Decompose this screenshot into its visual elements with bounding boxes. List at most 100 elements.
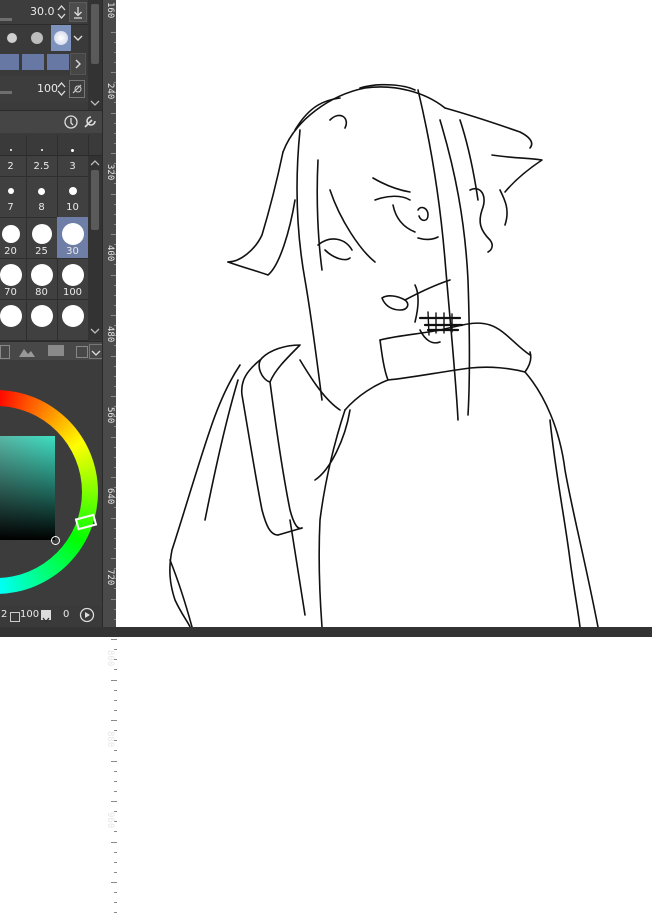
stepper-icon[interactable] bbox=[57, 3, 66, 21]
brush-tip-preview bbox=[0, 305, 22, 327]
saturation-picker-handle[interactable] bbox=[51, 536, 60, 545]
zoom-value[interactable]: 100 bbox=[20, 609, 39, 620]
brush-grid-scrollbar[interactable] bbox=[88, 156, 102, 340]
ruler-label: 800 bbox=[105, 650, 115, 667]
brush-tip-preset[interactable] bbox=[0, 27, 24, 49]
chevron-right-icon[interactable] bbox=[70, 53, 86, 75]
color-wheel-panel bbox=[0, 360, 102, 605]
chevron-down-icon[interactable] bbox=[89, 344, 102, 359]
brush-tip-preview bbox=[61, 223, 84, 245]
texture-swatch[interactable] bbox=[22, 54, 44, 70]
brush-tip-preview bbox=[1, 225, 20, 243]
ruler-tick bbox=[111, 882, 117, 883]
brush-tip-preset[interactable] bbox=[26, 27, 50, 49]
ruler-label: 320 bbox=[105, 164, 115, 181]
brush-size-cell[interactable]: 10 bbox=[57, 176, 89, 218]
brush-size-cell[interactable]: 100 bbox=[57, 258, 89, 300]
ruler-tick bbox=[111, 639, 117, 640]
ruler-label: 560 bbox=[105, 407, 115, 424]
mountain-icon[interactable] bbox=[18, 344, 36, 358]
brush-size-cell[interactable]: 30 bbox=[57, 217, 89, 259]
ruler-tick bbox=[114, 690, 117, 691]
brush-size-cell[interactable] bbox=[0, 299, 27, 341]
ruler-label: 720 bbox=[105, 569, 115, 586]
color-saturation-square[interactable] bbox=[0, 436, 55, 540]
brush-size-label: 2.5 bbox=[33, 161, 50, 172]
brush-tip-preview bbox=[0, 264, 22, 286]
layers-icon[interactable] bbox=[76, 346, 88, 358]
size-slider[interactable] bbox=[0, 18, 12, 21]
stepper-icon[interactable] bbox=[57, 80, 66, 98]
brush-tip-preview bbox=[61, 264, 84, 286]
drawing-canvas[interactable] bbox=[116, 0, 652, 627]
ruler-tick bbox=[114, 781, 117, 782]
brush-size-value[interactable]: 30.0 bbox=[30, 5, 55, 18]
brush-size-cell[interactable]: 20 bbox=[0, 217, 27, 259]
settings-icon[interactable] bbox=[63, 114, 79, 130]
ruler-tick bbox=[114, 710, 117, 711]
ruler-tick bbox=[111, 842, 117, 843]
chevron-down-icon[interactable] bbox=[71, 27, 85, 49]
brush-size-label: 30 bbox=[66, 246, 79, 257]
brush-tip-preset-selected[interactable] bbox=[51, 25, 71, 51]
ruler-label: 880 bbox=[105, 731, 115, 748]
download-arrow-icon[interactable] bbox=[69, 2, 87, 22]
sketch-drawing bbox=[169, 83, 599, 627]
ruler-label: 960 bbox=[105, 812, 115, 829]
brush-size-cell[interactable]: 2.5 bbox=[26, 135, 58, 177]
brush-tip-preview bbox=[31, 224, 52, 244]
chevron-down-icon[interactable] bbox=[41, 610, 51, 624]
vertical-ruler: 160 240 320 400 480 560 640 720 800 880 960 bbox=[102, 0, 117, 913]
brush-size-cell[interactable]: 7 bbox=[0, 176, 27, 218]
brush-size-label: 3 bbox=[69, 161, 76, 172]
brush-tip-preview bbox=[9, 149, 12, 151]
tool-panel: 30.0 100 2 2.5 3 7 8 10 20 25 30 70 80 1… bbox=[0, 0, 102, 637]
ruler-tick bbox=[114, 852, 117, 853]
image-icon[interactable] bbox=[48, 345, 64, 356]
link-icon[interactable] bbox=[69, 80, 85, 98]
texture-row bbox=[0, 51, 102, 75]
brush-tip-preview bbox=[7, 188, 14, 194]
ruler-label: 240 bbox=[105, 83, 115, 100]
value-readout: 0 bbox=[63, 609, 70, 620]
texture-swatch[interactable] bbox=[47, 54, 69, 70]
ruler-label: 640 bbox=[105, 488, 115, 505]
ruler-tick bbox=[111, 761, 117, 762]
opacity-value[interactable]: 100 bbox=[37, 82, 58, 95]
ruler-label: 160 bbox=[105, 2, 115, 19]
brush-size-label: 8 bbox=[38, 202, 45, 213]
brush-size-label: 100 bbox=[62, 287, 83, 298]
brush-tip-row bbox=[0, 25, 102, 51]
brush-size-cell[interactable]: 25 bbox=[26, 217, 58, 259]
ruler-tick bbox=[114, 872, 117, 873]
opacity-row: 100 bbox=[0, 76, 102, 102]
brush-tip-preview bbox=[30, 305, 53, 327]
brush-size-cell[interactable]: 80 bbox=[26, 258, 58, 300]
ruler-tick bbox=[114, 669, 117, 670]
ruler-label: 400 bbox=[105, 245, 115, 262]
brush-size-label: 70 bbox=[4, 287, 17, 298]
bottom-status-bar bbox=[0, 627, 652, 637]
status-number: 2 bbox=[1, 609, 8, 620]
brush-size-cell[interactable] bbox=[26, 299, 58, 341]
ruler-tick bbox=[114, 700, 117, 701]
brush-size-row: 30.0 bbox=[0, 0, 102, 25]
brush-size-label: 7 bbox=[7, 202, 14, 213]
wrench-icon[interactable] bbox=[82, 114, 98, 130]
brush-size-cell[interactable] bbox=[57, 299, 89, 341]
brush-size-cell[interactable]: 3 bbox=[57, 135, 89, 177]
ruler-tick bbox=[114, 892, 117, 893]
opacity-slider[interactable] bbox=[0, 91, 12, 94]
brush-size-label: 10 bbox=[66, 202, 79, 213]
brush-size-cell[interactable]: 8 bbox=[26, 176, 58, 218]
brush-tip-preview bbox=[38, 187, 45, 195]
property-scrollbar[interactable] bbox=[88, 0, 102, 110]
brush-size-grid: 2 2.5 3 7 8 10 20 25 30 70 80 100 bbox=[0, 135, 89, 341]
panel-tab[interactable] bbox=[0, 345, 10, 359]
brush-size-cell[interactable]: 2 bbox=[0, 135, 27, 177]
texture-swatch[interactable] bbox=[0, 54, 19, 70]
brush-size-cell[interactable]: 70 bbox=[0, 258, 27, 300]
ruler-tick bbox=[114, 862, 117, 863]
ruler-tick bbox=[114, 750, 117, 751]
play-circle-icon[interactable] bbox=[79, 607, 95, 623]
